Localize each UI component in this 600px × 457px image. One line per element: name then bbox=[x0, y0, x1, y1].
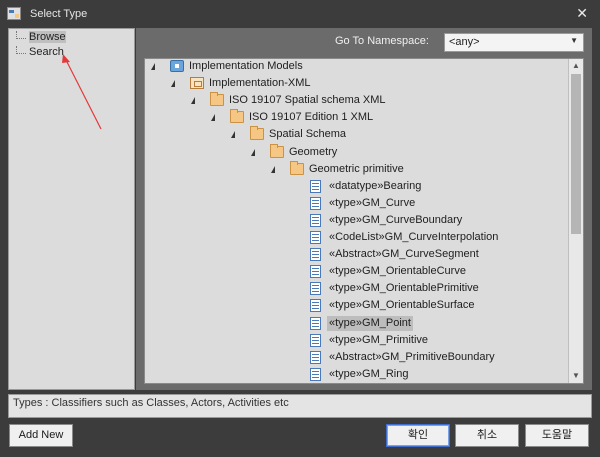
tree-item-class[interactable]: «type»GM_Curve bbox=[291, 196, 565, 213]
tree-item-label: ISO 19107 Edition 1 XML bbox=[249, 111, 374, 124]
namespace-select-value: <any> bbox=[449, 36, 480, 48]
tree-item-label: «datatype»Bearing bbox=[329, 179, 422, 192]
tree-item-label: «CodeList»GM_CurveInterpolation bbox=[329, 231, 499, 243]
tree-item-package[interactable]: ISO 19107 Spatial schema XML bbox=[191, 92, 565, 110]
tree-item-class[interactable]: «type»GM_Ring bbox=[291, 367, 565, 383]
tree-item-class[interactable]: «type»GM_CurveBoundary bbox=[291, 213, 565, 230]
folder-icon bbox=[230, 109, 244, 124]
tree-item-label: Geometric primitive bbox=[309, 162, 404, 175]
tree-item-class[interactable]: «Abstract»GM_PrimitiveBoundary bbox=[291, 350, 565, 367]
expand-triangle-icon[interactable] bbox=[171, 80, 175, 88]
ok-button[interactable]: 확인 bbox=[386, 424, 450, 447]
folder-icon bbox=[290, 160, 304, 175]
tree-item-package[interactable]: Geometric primitive bbox=[271, 160, 565, 179]
tree-item-label: «Abstract»GM_CurveSegment bbox=[329, 248, 479, 261]
tree-item-label: «type»GM_Point bbox=[327, 315, 413, 331]
class-icon bbox=[310, 316, 321, 330]
namespace-select[interactable]: <any> ▼ bbox=[444, 33, 584, 52]
class-icon bbox=[310, 333, 321, 347]
tree-item-class[interactable]: «type»GM_OrientablePrimitive bbox=[291, 281, 565, 298]
class-icon bbox=[310, 299, 321, 313]
tree-item-package[interactable]: Implementation Models bbox=[151, 59, 565, 76]
close-icon[interactable]: ✕ bbox=[576, 5, 588, 21]
tree-item-label: «type»GM_Primitive bbox=[329, 333, 429, 346]
folder-icon bbox=[270, 143, 284, 158]
help-button[interactable]: 도움말 bbox=[525, 424, 589, 447]
tree-item-label: «type»GM_Ring bbox=[329, 367, 409, 380]
tree-item-package[interactable]: ISO 19107 Edition 1 XML bbox=[211, 109, 565, 127]
tree-item-label: «type»GM_Curve bbox=[329, 196, 416, 209]
scroll-down-icon[interactable]: ▼ bbox=[569, 369, 583, 383]
scroll-up-icon[interactable]: ▲ bbox=[569, 59, 583, 73]
tree-item-class[interactable]: «type»GM_OrientableCurve bbox=[291, 264, 565, 281]
tree-item-label: «type»GM_OrientableCurve bbox=[329, 265, 466, 278]
scroll-thumb[interactable] bbox=[571, 74, 581, 234]
type-tree[interactable]: ▲ ▼ Implementation Models Implementation-… bbox=[144, 58, 584, 384]
model-icon bbox=[170, 60, 184, 72]
tree-scrollbar[interactable]: ▲ ▼ bbox=[568, 59, 583, 383]
tree-item-class[interactable]: «Abstract»GM_CurveSegment bbox=[291, 247, 565, 264]
search-mode-panel: Browse Search bbox=[8, 28, 135, 390]
status-bar: Types : Classifiers such as Classes, Act… bbox=[8, 394, 592, 418]
class-icon bbox=[310, 265, 321, 279]
folder-icon bbox=[250, 126, 264, 141]
tree-item-package[interactable]: Implementation-XML bbox=[171, 76, 565, 93]
expand-triangle-icon[interactable] bbox=[251, 148, 255, 156]
browse-panel: Go To Namespace: <any> ▼ ▲ ▼ Implementat… bbox=[136, 28, 592, 390]
folder-icon bbox=[210, 92, 224, 107]
window-title: Select Type bbox=[30, 8, 88, 20]
class-icon bbox=[310, 282, 321, 296]
class-icon bbox=[310, 367, 321, 381]
class-icon bbox=[310, 196, 321, 210]
class-icon bbox=[310, 350, 321, 364]
expand-triangle-icon[interactable] bbox=[151, 63, 155, 70]
expand-triangle-icon[interactable] bbox=[211, 114, 215, 122]
class-icon bbox=[310, 231, 321, 244]
tree-item-class[interactable]: «type»GM_Point bbox=[291, 315, 565, 333]
tree-item-label: «Abstract»GM_PrimitiveBoundary bbox=[329, 350, 495, 363]
tree-item-label: ISO 19107 Spatial schema XML bbox=[229, 94, 386, 107]
cancel-button[interactable]: 취소 bbox=[455, 424, 519, 447]
expand-triangle-icon[interactable] bbox=[191, 97, 195, 105]
tree-item-class[interactable]: «type»GM_OrientableSurface bbox=[291, 298, 565, 315]
chevron-down-icon: ▼ bbox=[570, 36, 578, 45]
tree-item-package[interactable]: Spatial Schema bbox=[231, 126, 565, 144]
tree-item-label: «type»GM_OrientablePrimitive bbox=[329, 282, 479, 295]
tree-item-class[interactable]: «datatype»Bearing bbox=[291, 179, 565, 196]
tree-item-label: Implementation Models bbox=[189, 60, 303, 72]
tree-item-class[interactable]: «type»GM_Primitive bbox=[291, 333, 565, 350]
tree-item-label: Implementation-XML bbox=[209, 77, 311, 90]
class-icon bbox=[310, 213, 321, 227]
annotation-arrow bbox=[62, 54, 102, 130]
app-icon bbox=[7, 7, 21, 20]
add-new-button[interactable]: Add New bbox=[9, 424, 73, 447]
tree-item-package[interactable]: Geometry bbox=[251, 143, 565, 162]
tree-item-label: «type»GM_CurveBoundary bbox=[329, 213, 463, 226]
title-bar: Select Type ✕ bbox=[0, 0, 600, 28]
tree-item-label: Geometry bbox=[289, 145, 338, 158]
expand-triangle-icon[interactable] bbox=[271, 165, 275, 173]
expand-triangle-icon[interactable] bbox=[231, 131, 235, 139]
namespace-label: Go To Namespace: bbox=[335, 35, 429, 47]
class-icon bbox=[310, 248, 321, 262]
package-icon bbox=[190, 77, 204, 90]
tree-item-label: «type»GM_OrientableSurface bbox=[329, 299, 475, 312]
class-icon bbox=[310, 179, 321, 193]
tree-item-label: Spatial Schema bbox=[269, 128, 347, 141]
tree-item-class[interactable]: «CodeList»GM_CurveInterpolation bbox=[291, 230, 565, 247]
